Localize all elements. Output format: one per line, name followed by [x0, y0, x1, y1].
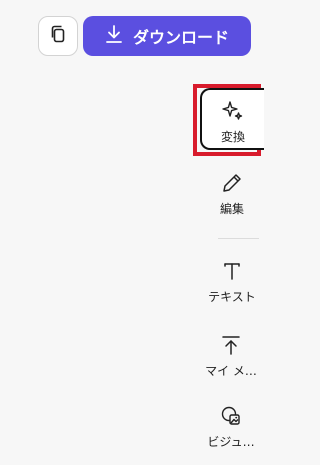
- tool-divider: [218, 238, 259, 239]
- tool-my-media-label: マイ メ…: [205, 364, 257, 378]
- tool-text[interactable]: テキスト: [202, 260, 262, 303]
- copy-button[interactable]: [38, 16, 78, 56]
- download-label: ダウンロード: [132, 28, 229, 47]
- tool-transform[interactable]: 変換: [200, 88, 264, 150]
- tool-edit[interactable]: 編集: [206, 172, 258, 215]
- tool-edit-label: 編集: [219, 202, 244, 216]
- upload-icon: [220, 334, 242, 359]
- download-button[interactable]: ダウンロード: [83, 16, 251, 56]
- text-icon: [221, 260, 243, 285]
- tool-my-media[interactable]: マイ メ…: [200, 334, 262, 377]
- pencil-icon: [221, 172, 243, 197]
- tool-text-label: テキスト: [208, 290, 256, 304]
- download-icon: [105, 24, 123, 48]
- sparkles-icon: [222, 100, 244, 125]
- visual-icon: [220, 405, 242, 430]
- copy-icon: [48, 24, 68, 48]
- tool-visual[interactable]: ビジュ…: [200, 405, 262, 448]
- tool-transform-label: 変換: [220, 130, 245, 144]
- tool-visual-label: ビジュ…: [207, 435, 255, 449]
